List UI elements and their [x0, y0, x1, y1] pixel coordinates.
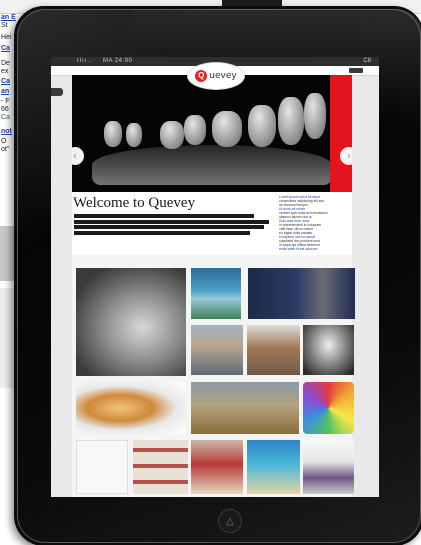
background-text: Ca — [1, 114, 10, 121]
hero-next-slide-peek — [330, 75, 352, 192]
text-line — [74, 214, 254, 218]
photo-tile-island[interactable] — [191, 268, 241, 319]
welcome-paragraph — [74, 214, 269, 236]
chevron-left-icon: ‹ — [73, 150, 77, 162]
background-text: St — [1, 22, 8, 29]
photo-tile-poster[interactable] — [191, 440, 243, 494]
home-button[interactable]: △ — [218, 509, 242, 533]
photo-tile-puppy[interactable] — [76, 382, 186, 434]
background-text: ot" — [1, 146, 10, 153]
text-line — [74, 225, 264, 230]
slideshow-next-button[interactable]: › — [340, 147, 352, 165]
home-button-icon: △ — [226, 515, 234, 527]
background-link[interactable]: Ca — [1, 45, 10, 53]
hero-foot — [126, 123, 142, 147]
photo-tile-kids-field[interactable] — [191, 382, 299, 434]
hero-foot — [248, 105, 276, 147]
background-link[interactable]: an — [1, 88, 9, 96]
site-logo[interactable]: Q uevey — [187, 62, 245, 90]
photo-tile-people-group[interactable] — [303, 440, 354, 494]
chevron-right-icon: › — [347, 150, 351, 162]
tablet-screen: Ilıı.. MA 24:90 C8 ‹ › Q uevey Welcome t… — [51, 57, 379, 497]
photo-tile-webpage[interactable] — [76, 440, 128, 494]
photo-tile-lego-building[interactable] — [247, 325, 300, 375]
slideshow-prev-button[interactable]: ‹ — [72, 147, 84, 165]
photo-tile-stuffed-toys[interactable] — [76, 268, 186, 376]
news-item[interactable]: mollit anim id est laborum — [279, 247, 350, 251]
background-text: De — [1, 60, 10, 67]
header-button[interactable] — [349, 68, 363, 73]
photo-tile-rainbow-rose[interactable] — [303, 382, 354, 434]
signal-icon: Ilıı.. — [77, 58, 93, 64]
background-text: - F — [1, 98, 10, 105]
hero-foot — [160, 121, 184, 149]
page-title: Welcome to Quevey — [73, 195, 196, 211]
battery-indicator: C8 — [363, 58, 371, 64]
text-line — [74, 219, 269, 224]
background-link[interactable]: Ca — [1, 78, 10, 86]
logo-wordmark: uevey — [209, 71, 237, 81]
background-text: Hei — [1, 34, 12, 41]
hero-blanket — [92, 145, 332, 185]
photo-tile-lego-city[interactable] — [191, 325, 243, 375]
hero-foot — [278, 97, 304, 145]
hero-foot — [184, 115, 206, 145]
photo-tile-soccer-player[interactable] — [248, 268, 355, 319]
background-text: 66 — [1, 106, 9, 113]
logo-mark: Q — [195, 70, 208, 82]
hero-foot — [304, 93, 326, 139]
news-sidebar: Lorem ipsum dolor sit amet consectetur a… — [279, 195, 350, 251]
hero-foot — [212, 111, 242, 147]
text-line — [74, 230, 250, 235]
hero-slideshow[interactable]: ‹ › — [72, 75, 352, 192]
background-text: ex — [1, 68, 9, 75]
side-menu-tab[interactable] — [51, 88, 63, 96]
background-text: O — [1, 138, 7, 145]
background-link[interactable]: not — [1, 128, 12, 136]
hero-foot — [104, 121, 122, 147]
background-link[interactable]: an E — [1, 14, 16, 22]
photo-tile-beach[interactable] — [247, 440, 300, 494]
photo-tile-cakes[interactable] — [133, 440, 188, 494]
status-time: MA 24:90 — [103, 58, 133, 64]
photo-tile-portrait[interactable] — [303, 325, 354, 375]
